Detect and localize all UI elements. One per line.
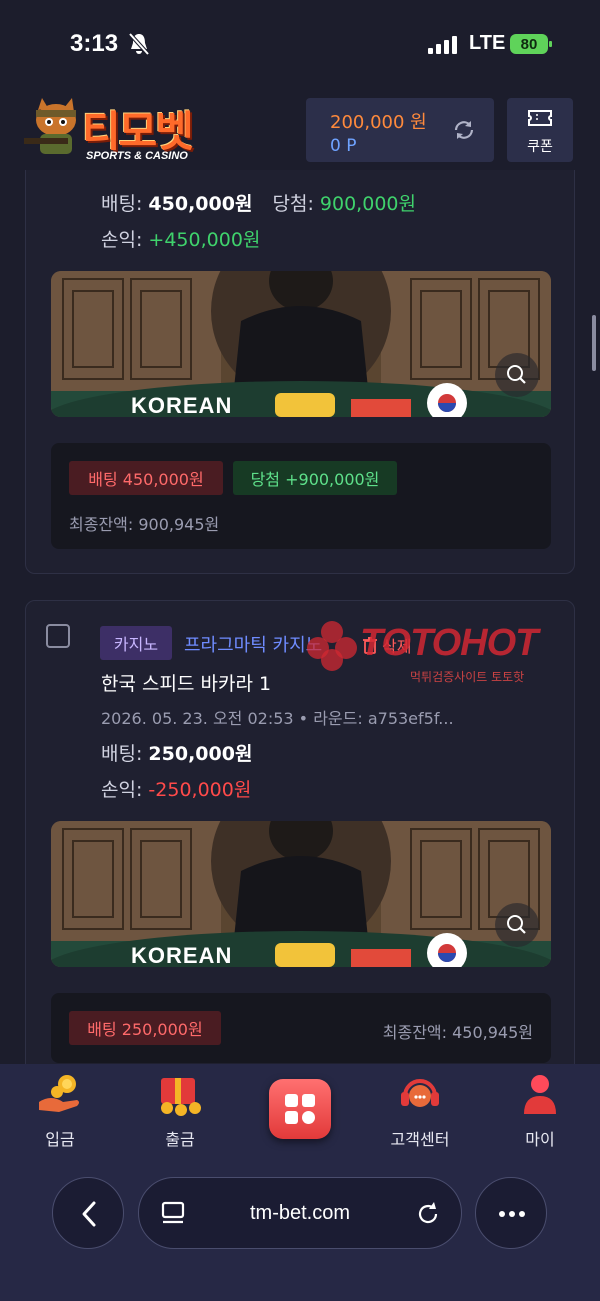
back-button[interactable] <box>52 1177 124 1249</box>
wallet-points: 0 P <box>330 136 357 156</box>
select-checkbox[interactable] <box>46 624 70 648</box>
category-badge: 카지노 <box>100 626 172 660</box>
baccarat-table-image <box>51 271 551 417</box>
logo-subtitle: SPORTS & CASINO <box>86 150 188 162</box>
bet-badge: 배팅 450,000원 <box>69 461 223 495</box>
refresh-icon[interactable] <box>452 118 476 142</box>
nav-item-my[interactable]: 마이 <box>495 1064 585 1165</box>
watermark-logo-icon <box>307 621 357 671</box>
nav-center-menu-button[interactable] <box>269 1079 331 1139</box>
profit-line: 손익: +450,000원 <box>101 229 261 251</box>
bet-line: 배팅: 250,000원 <box>101 743 253 765</box>
game-image-label: KOREAN <box>131 393 233 417</box>
zoom-button[interactable] <box>495 903 539 947</box>
final-balance: 최종잔액: 900,945원 <box>69 515 220 534</box>
wallet-balance: 200,000 원 <box>330 112 427 133</box>
more-button[interactable] <box>475 1177 547 1249</box>
bottom-nav: 입금 출금 고객센터 마이 <box>0 1064 600 1165</box>
withdraw-gift-icon <box>161 1078 201 1116</box>
game-thumbnail[interactable]: KOREAN <box>51 821 551 967</box>
mascot-icon <box>24 98 76 154</box>
game-thumbnail[interactable]: KOREAN <box>51 271 551 417</box>
bet-summary: 배팅 250,000원 최종잔액: 450,945원 <box>51 993 551 1063</box>
profit-amount: +450,000원 <box>148 229 261 251</box>
status-bar: 3:13 LTE 80 <box>0 0 600 92</box>
scrollbar-thumb[interactable] <box>592 315 596 371</box>
final-balance: 최종잔액: 450,945원 <box>382 1023 533 1042</box>
battery-indicator: 80 <box>510 34 552 54</box>
url-bar[interactable]: tm-bet.com <box>138 1177 462 1249</box>
reload-icon[interactable] <box>413 1199 443 1229</box>
user-icon <box>524 1075 556 1114</box>
bet-badge: 배팅 250,000원 <box>69 1011 221 1045</box>
coupon-label: 쿠폰 <box>527 139 553 155</box>
bet-amount: 250,000원 <box>148 743 253 765</box>
more-dots-icon <box>499 1211 525 1217</box>
headset-icon <box>401 1079 439 1107</box>
watermark-title: TOTOHOT <box>360 622 538 664</box>
app-header: 티모벳 SPORTS & CASINO 200,000 원 0 P 쿠폰 <box>0 92 600 170</box>
wallet-box[interactable]: 200,000 원 0 P <box>306 98 494 162</box>
watermark-subtitle: 먹튀검증사이트 토토핫 <box>410 670 525 684</box>
game-image-label: KOREAN <box>131 943 233 967</box>
profit-amount: -250,000원 <box>148 779 252 801</box>
bet-amount: 450,000원 <box>148 193 253 215</box>
provider-label: 프라그마틱 카지노 <box>184 635 323 656</box>
status-time: 3:13 <box>70 30 119 57</box>
win-badge: 당첨 +900,000원 <box>233 461 397 495</box>
nav-item-support[interactable]: 고객센터 <box>375 1064 465 1165</box>
search-icon <box>507 365 526 384</box>
game-title: 한국 스피드 바카라 1 <box>101 673 272 695</box>
nav-item-deposit[interactable]: 입금 <box>15 1064 105 1165</box>
signal-icon <box>428 36 457 54</box>
search-icon <box>507 915 526 934</box>
win-amount: 900,000원 <box>319 193 416 215</box>
nav-item-withdraw[interactable]: 출금 <box>135 1064 225 1165</box>
bell-muted-icon <box>128 32 150 56</box>
watermark: TOTOHOT 먹튀검증사이트 토토핫 <box>304 618 600 690</box>
network-type: LTE <box>469 32 506 54</box>
zoom-button[interactable] <box>495 353 539 397</box>
browser-toolbar: tm-bet.com <box>0 1165 600 1301</box>
bet-history-card: 배팅: 450,000원 당첨: 900,000원 손익: +450,000원 <box>25 120 575 574</box>
bet-meta: 2026. 05. 23. 오전 02:53 • 라운드: a753ef5f..… <box>101 709 454 728</box>
menu-grid-icon <box>285 1094 315 1124</box>
bet-summary: 배팅 450,000원 당첨 +900,000원 최종잔액: 900,945원 <box>51 443 551 549</box>
bet-win-line: 배팅: 450,000원 당첨: 900,000원 <box>101 193 416 215</box>
deposit-coins-icon <box>39 1075 79 1112</box>
site-logo[interactable]: 티모벳 SPORTS & CASINO <box>22 94 227 166</box>
chevron-left-icon <box>82 1201 96 1227</box>
profit-line: 손익: -250,000원 <box>101 779 252 801</box>
ticket-icon <box>528 110 552 126</box>
coupon-button[interactable]: 쿠폰 <box>507 98 573 162</box>
baccarat-table-image <box>51 821 551 967</box>
